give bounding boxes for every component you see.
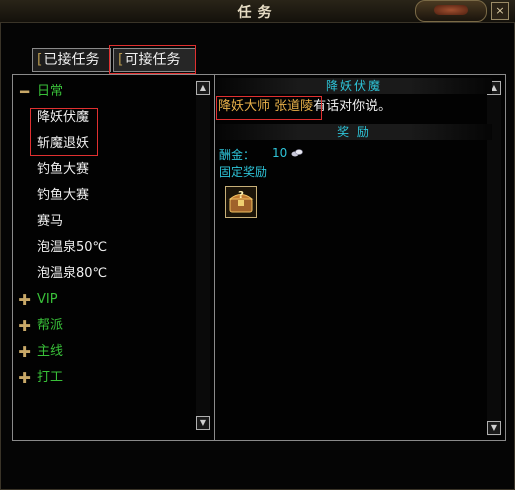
- quest-detail-title: 降妖伏魔: [216, 78, 492, 94]
- plus-icon: ✚: [18, 317, 31, 335]
- dragon-ornament-icon: [415, 0, 487, 22]
- quest-item-horse-race[interactable]: 赛马: [37, 212, 63, 232]
- category-daily[interactable]: ━ 日常: [18, 82, 63, 102]
- quest-item-hotspring-50[interactable]: 泡温泉50℃: [37, 238, 107, 258]
- close-icon[interactable]: ×: [491, 2, 509, 20]
- tab-accepted-quests[interactable]: [已接任务: [32, 48, 111, 72]
- silver-coin-icon: [291, 149, 303, 157]
- dialog-text: 有话对你说。: [313, 99, 392, 114]
- minus-icon: ━: [19, 83, 30, 101]
- scroll-down-icon[interactable]: ▼: [487, 421, 501, 435]
- category-work[interactable]: ✚ 打工: [18, 368, 63, 388]
- tab-accepted-label: 已接任务: [43, 52, 100, 68]
- plus-icon: ✚: [18, 291, 31, 309]
- reward-header: 奖 励: [216, 124, 492, 140]
- category-guild[interactable]: ✚ 帮派: [18, 316, 63, 336]
- reward-currency-label: 酬金：: [219, 148, 256, 162]
- npc-name-link[interactable]: 降妖大师 张道陵: [218, 99, 313, 114]
- category-vip[interactable]: ✚ VIP: [18, 290, 58, 310]
- tab-ornament-icon: [: [118, 52, 124, 68]
- category-label: 打工: [37, 370, 64, 385]
- tab-ornament-icon: [: [37, 52, 43, 68]
- scroll-up-icon[interactable]: ▲: [196, 81, 210, 95]
- category-label: 主线: [37, 344, 64, 359]
- category-label: 帮派: [37, 318, 64, 333]
- quest-item-zhanmo[interactable]: 斩魔退妖: [37, 134, 89, 154]
- quest-item-xiangyao[interactable]: 降妖伏魔: [37, 108, 89, 128]
- category-label: VIP: [37, 292, 58, 307]
- quest-dialog: 降妖大师 张道陵有话对你说。: [218, 98, 391, 116]
- reward-currency-value: 10: [272, 146, 288, 160]
- treasure-chest-icon[interactable]: ?: [225, 186, 257, 218]
- plus-icon: ✚: [18, 343, 31, 361]
- category-label: 日常: [37, 84, 64, 99]
- title-bar[interactable]: 任务 ×: [0, 0, 515, 23]
- quest-item-fishing-2[interactable]: 钓鱼大赛: [37, 186, 89, 206]
- fixed-reward-label: 固定奖励: [219, 165, 268, 179]
- svg-text:?: ?: [238, 190, 244, 201]
- plus-icon: ✚: [18, 369, 31, 387]
- tab-available-quests[interactable]: [可接任务: [113, 48, 196, 72]
- treasure-chest-icon: ?: [228, 190, 254, 213]
- scroll-down-icon[interactable]: ▼: [196, 416, 210, 430]
- tab-available-label: 可接任务: [124, 52, 181, 68]
- category-main[interactable]: ✚ 主线: [18, 342, 63, 362]
- quest-item-hotspring-80[interactable]: 泡温泉80℃: [37, 264, 107, 284]
- quest-tree-scrollbar[interactable]: [196, 80, 210, 430]
- quest-item-fishing-1[interactable]: 钓鱼大赛: [37, 160, 89, 180]
